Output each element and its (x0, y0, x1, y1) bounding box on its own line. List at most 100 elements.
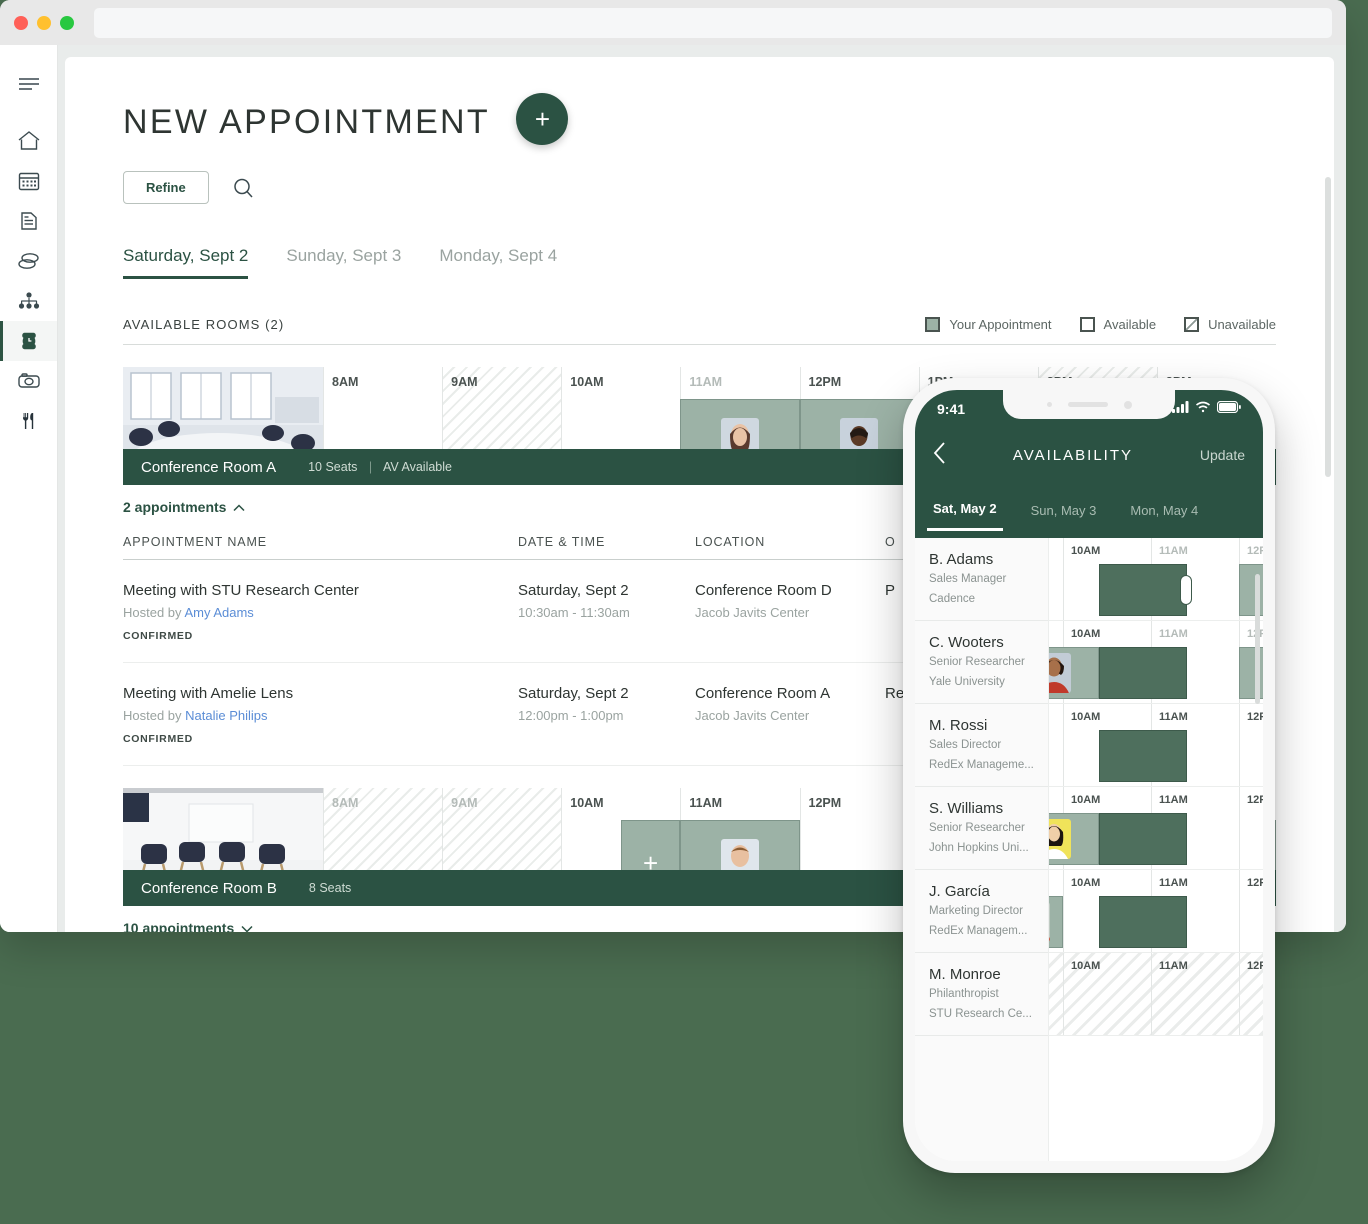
busy-block[interactable] (1099, 730, 1187, 782)
person-role: Philanthropist (929, 988, 999, 1000)
minimize-window-button[interactable] (37, 15, 51, 30)
phone-screen: 9:41 AVAILABILITY Update Sat, May 2 Sun,… (915, 390, 1263, 1161)
sidebar-item-media[interactable] (0, 361, 57, 401)
cell-location: Conference Room D Jacob Javits Center (695, 582, 885, 642)
legend-label-mine: Your Appointment (949, 317, 1052, 332)
page-title: NEW APPOINTMENT (123, 102, 490, 141)
day-tab-monday[interactable]: Monday, Sept 4 (439, 246, 557, 279)
person-name: S. Williams (929, 800, 1004, 817)
cell-location: Conference Room A Jacob Javits Center (695, 685, 885, 745)
meta-separator: | (368, 460, 373, 474)
avatar (1049, 902, 1050, 942)
day-tab-saturday[interactable]: Saturday, Sept 2 (123, 246, 249, 279)
refine-button[interactable]: Refine (123, 171, 209, 204)
busy-block[interactable] (1099, 647, 1187, 699)
chevron-down-icon (241, 920, 253, 932)
hour-column-12pm: 12PM (1239, 953, 1263, 1035)
room-a-meta: 10 Seats | AV Available (308, 460, 452, 474)
list-item[interactable]: M. Monroe Philanthropist STU Research Ce… (915, 953, 1048, 1036)
phone-day-tab-mon[interactable]: Mon, May 4 (1124, 503, 1204, 530)
list-item[interactable]: B. Adams Sales Manager Cadence (915, 538, 1048, 621)
legend-label-unavailable: Unavailable (1208, 317, 1276, 332)
sidebar-item-calendar[interactable] (0, 161, 57, 201)
room-a-name: Conference Room A (141, 458, 277, 476)
appointment-venue: Jacob Javits Center (695, 708, 810, 723)
list-item[interactable]: S. Williams Senior Researcher John Hopki… (915, 787, 1048, 870)
host-link[interactable]: Amy Adams (184, 605, 253, 620)
person-org: Cadence (929, 592, 976, 605)
avatar (1049, 819, 1071, 859)
sidebar-item-people[interactable] (0, 281, 57, 321)
address-bar[interactable] (94, 7, 1332, 38)
document-icon (18, 210, 40, 232)
toolbar: Refine (123, 171, 1334, 204)
hour-column-11am: 11AM (1151, 953, 1239, 1035)
maximize-window-button[interactable] (60, 15, 74, 30)
legend-unavailable: Unavailable (1184, 317, 1276, 332)
appointment-time: 10:30am - 11:30am (518, 605, 630, 620)
list-item[interactable]: C. Wooters Senior Researcher Yale Univer… (915, 621, 1048, 704)
status-badge: CONFIRMED (123, 630, 193, 642)
phone-day-tab-sat[interactable]: Sat, May 2 (927, 501, 1003, 531)
resize-handle[interactable] (1180, 575, 1192, 605)
person-org: John Hopkins Uni... (929, 841, 1029, 854)
chevron-left-icon[interactable] (933, 442, 946, 468)
list-item[interactable]: M. Rossi Sales Director RedEx Manageme..… (915, 704, 1048, 787)
appointment-time: 12:00pm - 1:00pm (518, 708, 624, 723)
host-link[interactable]: Natalie Philips (185, 708, 267, 723)
sidebar-item-appointments[interactable] (0, 321, 57, 361)
window-controls (14, 15, 74, 30)
appointment-date: Saturday, Sept 2 (518, 685, 629, 702)
column-header-location: LOCATION (695, 535, 766, 549)
room-a-appointments-count: 2 appointments (123, 499, 227, 515)
appointment-block[interactable] (1049, 647, 1099, 699)
chevron-up-icon (233, 499, 245, 515)
hour-column-10am: 10AM (1063, 953, 1151, 1035)
wifi-icon (1195, 400, 1211, 418)
list-item[interactable]: J. García Marketing Director RedEx Manag… (915, 870, 1048, 953)
sidebar-item-menu[interactable] (0, 63, 57, 103)
appointment-block[interactable] (1049, 813, 1099, 865)
sidebar-item-sessions[interactable] (0, 241, 57, 281)
close-window-button[interactable] (14, 15, 28, 30)
content-scrollbar[interactable] (1325, 177, 1331, 477)
appointment-location: Conference Room D (695, 582, 832, 599)
search-icon[interactable] (231, 176, 255, 200)
layers-icon (17, 251, 41, 271)
person-org: RedEx Manageme... (929, 758, 1034, 771)
phone-status-bar: 9:41 (915, 399, 1263, 419)
status-badge: CONFIRMED (123, 733, 193, 745)
sidebar-item-dining[interactable] (0, 401, 57, 441)
org-chart-icon (17, 291, 41, 311)
busy-block[interactable] (1099, 564, 1192, 616)
room-a-appointments-toggle[interactable]: 2 appointments (123, 499, 245, 515)
camera-icon (17, 372, 41, 390)
sidebar-item-documents[interactable] (0, 201, 57, 241)
update-button[interactable]: Update (1200, 447, 1245, 463)
cell-appointment-name: Meeting with STU Research Center Hosted … (123, 582, 518, 642)
sidebar-item-home[interactable] (0, 121, 57, 161)
person-name: J. García (929, 883, 990, 900)
phone-grid-scrollbar[interactable] (1255, 574, 1260, 704)
add-appointment-button[interactable]: + (516, 93, 569, 145)
appointment-block[interactable] (1049, 896, 1063, 948)
person-name: C. Wooters (929, 634, 1004, 651)
room-b-appointments-toggle[interactable]: 10 appointments (123, 920, 253, 932)
availability-row: 10AM 11AM 12PM (1049, 704, 1263, 787)
person-org: Yale University (929, 675, 1005, 688)
room-a-seats: 10 Seats (308, 460, 358, 474)
status-icons (1172, 400, 1241, 418)
hour-column-12pm: 12PM (1239, 787, 1263, 869)
phone-day-tab-sun[interactable]: Sun, May 3 (1025, 503, 1103, 530)
column-header-name: APPOINTMENT NAME (123, 535, 268, 549)
appointment-name: Meeting with STU Research Center (123, 582, 359, 599)
busy-block[interactable] (1099, 896, 1187, 948)
hour-column-12pm: 12PM (1239, 704, 1263, 786)
busy-block[interactable] (1099, 813, 1187, 865)
cell-appointment-name: Meeting with Amelie Lens Hosted by Natal… (123, 685, 518, 745)
person-role: Marketing Director (929, 905, 1023, 917)
person-role: Senior Researcher (929, 822, 1025, 834)
availability-row: 10AM 11AM 12PM (1049, 787, 1263, 870)
day-tab-sunday[interactable]: Sunday, Sept 3 (286, 246, 401, 279)
cell-datetime: Saturday, Sept 2 10:30am - 11:30am (518, 582, 695, 642)
